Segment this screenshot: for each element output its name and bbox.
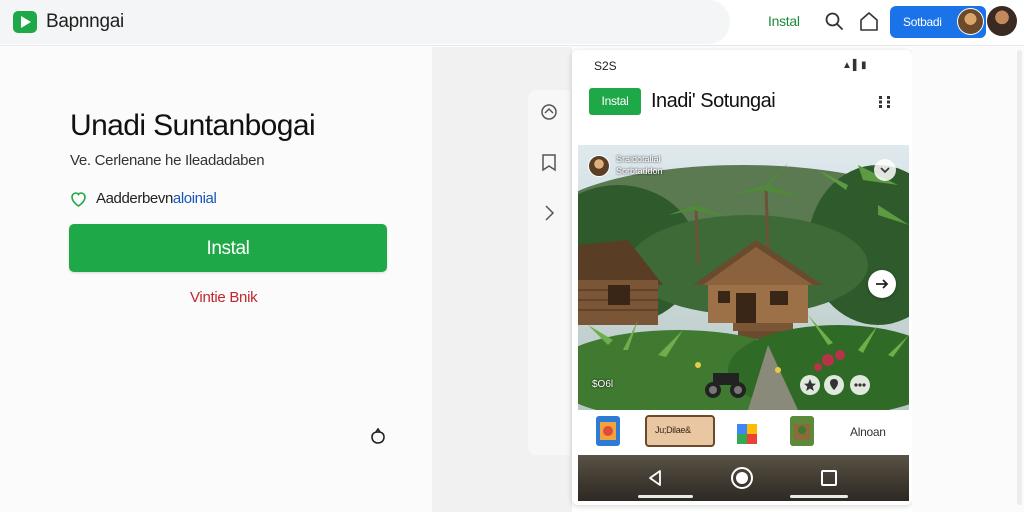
page-title: Unadi Suntanbogai xyxy=(70,109,316,142)
bookmark-icon[interactable] xyxy=(538,151,560,173)
related-app-icon[interactable] xyxy=(735,416,759,446)
right-margin xyxy=(912,47,1024,512)
brand-name[interactable]: Bapnngai xyxy=(46,11,124,33)
hero-action-more[interactable] xyxy=(850,375,870,395)
chevron-right-icon[interactable] xyxy=(538,202,560,224)
hero-dropdown-button[interactable] xyxy=(874,159,896,181)
hero-next-button[interactable] xyxy=(868,270,896,298)
shield-check-icon xyxy=(71,192,86,207)
hero-action-star[interactable] xyxy=(800,375,820,395)
status-time: S2S xyxy=(594,59,617,73)
side-rail xyxy=(528,90,570,455)
app-subtitle: Ve. Cerlenane he Ileadadaben xyxy=(70,152,265,169)
signin-label: Sotbadi xyxy=(903,15,942,29)
account-avatar[interactable] xyxy=(987,6,1017,36)
search-icon[interactable] xyxy=(824,11,844,31)
featured-app-chip[interactable]: Ju;Dilae& xyxy=(645,415,715,447)
phone-install-label: Instal xyxy=(601,94,629,108)
nav-indicator xyxy=(638,495,693,498)
share-icon[interactable] xyxy=(368,428,388,446)
phone-app-title: Inadi' Sotungai xyxy=(651,90,776,112)
avatar[interactable] xyxy=(957,8,984,35)
app-details-panel: Unadi Suntanbogai Ve. Cerlenane he Ilead… xyxy=(0,47,432,512)
developer-prefix: Aadderbevn xyxy=(96,190,173,207)
nav-indicator xyxy=(790,495,848,498)
hero-caption-line1: Sraidotalial xyxy=(616,154,661,164)
related-app-icon[interactable] xyxy=(790,416,814,446)
scrollbar[interactable] xyxy=(1017,50,1022,505)
phone-install-button[interactable]: Instal xyxy=(589,88,641,115)
android-nav-bar xyxy=(578,455,909,501)
phone-preview: S2S ▲▌▮ Instal Inadi' Sotungai Sraidotal… xyxy=(572,50,912,505)
app-icon xyxy=(794,424,810,440)
pin-icon xyxy=(830,379,838,390)
top-bar: Bapnngai Instal Sotbadi xyxy=(0,0,1024,46)
status-icons: ▲▌▮ xyxy=(842,60,868,71)
home-icon[interactable] xyxy=(859,10,879,32)
more-icon xyxy=(854,383,866,387)
related-apps-row: Ju;Dilae& Alnoan xyxy=(578,412,909,452)
hero-image[interactable]: Sraidotalial Sorbtaddon $O6l xyxy=(578,145,909,410)
app-icon xyxy=(600,422,616,440)
jungle-house-illustration xyxy=(578,145,909,410)
hero-action-pin[interactable] xyxy=(824,375,844,395)
developer-accent: aloinial xyxy=(172,190,217,207)
hero-price: $O6l xyxy=(592,379,614,390)
developer-link[interactable]: Aadderbevnaloinial xyxy=(96,190,217,207)
related-apps-label[interactable]: Alnoan xyxy=(850,425,886,439)
top-install-link[interactable]: Instal xyxy=(768,13,800,29)
related-app-icon[interactable] xyxy=(596,416,620,446)
back-icon[interactable] xyxy=(646,469,664,487)
grid-menu-icon[interactable] xyxy=(878,95,892,109)
nav-home-button[interactable] xyxy=(731,467,753,489)
home-outline-icon[interactable] xyxy=(538,101,560,123)
arrow-right-icon xyxy=(876,279,889,289)
secondary-link[interactable]: Vintie Bnik xyxy=(190,289,258,306)
install-button[interactable]: Instal xyxy=(69,224,387,272)
home-dot-icon xyxy=(736,472,748,484)
chevron-down-icon xyxy=(880,167,890,174)
hero-avatar xyxy=(588,155,610,177)
hero-caption-line2: Sorbtaddon xyxy=(616,166,663,176)
recents-icon[interactable] xyxy=(821,470,837,486)
play-logo-icon[interactable] xyxy=(12,10,38,34)
install-button-label: Instal xyxy=(206,238,250,259)
app-icon xyxy=(737,424,757,444)
featured-app-text: Ju;Dilae& xyxy=(655,425,691,435)
star-icon xyxy=(804,379,816,391)
